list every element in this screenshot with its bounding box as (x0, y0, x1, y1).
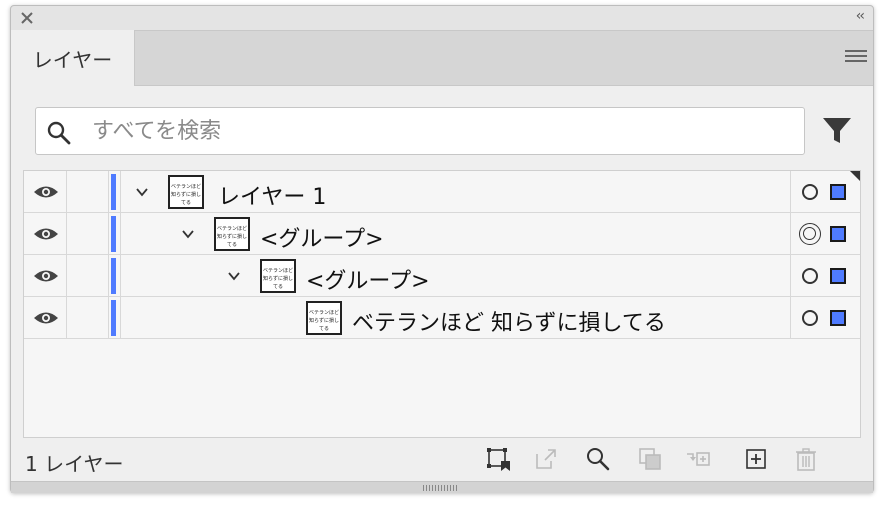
column-divider (66, 171, 67, 213)
layers-panel: ‹‹ レイヤー すべてを検索 ベテランほど知らずに損してる レイヤー 1 ベテラ… (10, 5, 874, 493)
clipping-mask-icon (639, 448, 661, 470)
column-divider (790, 297, 791, 339)
column-divider (790, 213, 791, 255)
layer-name[interactable]: ベテランほど 知らずに損してる (352, 305, 666, 337)
column-divider (120, 171, 121, 213)
column-divider (108, 297, 109, 339)
target-circle-icon[interactable] (802, 184, 818, 200)
search-box (35, 107, 805, 155)
collect-for-export-icon[interactable] (485, 446, 511, 472)
tab-bar: レイヤー (11, 30, 873, 87)
layer-row[interactable]: ベテランほど知らずに損してる <グループ> (24, 255, 860, 297)
panel-content: ベテランほど知らずに損してる レイヤー 1 (11, 86, 873, 481)
locate-object-icon[interactable] (585, 446, 611, 472)
resize-grip[interactable] (11, 481, 873, 493)
panel-titlebar: ‹‹ (11, 6, 873, 30)
filter-icon[interactable] (821, 116, 853, 146)
selection-square[interactable] (830, 268, 846, 284)
export-icon (536, 449, 556, 469)
column-divider (66, 297, 67, 339)
layer-list: ベテランほど知らずに損してる レイヤー 1 ベテランほど知らずに損してる <グル… (23, 170, 861, 438)
layer-thumbnail: ベテランほど知らずに損してる (306, 301, 342, 335)
panel-footer: 1 レイヤー (11, 438, 873, 482)
column-divider (108, 255, 109, 297)
target-circle-icon[interactable] (802, 310, 818, 326)
column-divider (790, 171, 791, 213)
layer-thumbnail: ベテランほど知らずに損してる (214, 217, 250, 251)
eye-icon[interactable] (32, 183, 60, 201)
selection-square[interactable] (830, 184, 846, 200)
tab-layers[interactable]: レイヤー (11, 30, 135, 87)
column-divider (108, 213, 109, 255)
close-icon[interactable] (19, 10, 35, 26)
selection-square[interactable] (830, 310, 846, 326)
collapse-panel-button[interactable]: ‹‹ (856, 8, 865, 24)
column-divider (108, 171, 109, 213)
layer-row[interactable]: ベテランほど知らずに損してる ベテランほど 知らずに損してる (24, 297, 860, 339)
layer-count: 1 レイヤー (25, 452, 124, 476)
layer-color-bar (111, 258, 116, 294)
current-layer-indicator (850, 171, 860, 181)
trash-icon (796, 448, 816, 471)
new-sublayer-icon (687, 452, 710, 466)
eye-icon[interactable] (32, 309, 60, 327)
selection-square[interactable] (830, 226, 846, 242)
column-divider (66, 255, 67, 297)
layer-thumbnail: ベテランほど知らずに損してる (168, 175, 204, 209)
search-icon (47, 121, 71, 145)
grip-lines (423, 485, 459, 491)
target-circle-icon[interactable] (802, 268, 818, 284)
chevron-down-icon[interactable] (134, 184, 150, 200)
column-divider (120, 297, 121, 339)
layer-name[interactable]: レイヤー 1 (218, 179, 326, 211)
layer-thumbnail: ベテランほど知らずに損してる (260, 259, 296, 293)
layer-name[interactable]: <グループ> (306, 263, 430, 295)
column-divider (120, 213, 121, 255)
search-input[interactable] (92, 112, 792, 150)
chevron-down-icon[interactable] (180, 226, 196, 242)
layer-row[interactable]: ベテランほど知らずに損してる レイヤー 1 (24, 171, 860, 213)
hamburger-menu-icon[interactable] (843, 47, 869, 69)
layer-name[interactable]: <グループ> (260, 221, 384, 253)
column-divider (66, 213, 67, 255)
layer-color-bar (111, 300, 116, 336)
layer-color-bar (111, 216, 116, 252)
layer-color-bar (111, 174, 116, 210)
new-layer-icon[interactable] (743, 446, 769, 472)
layer-row[interactable]: ベテランほど知らずに損してる <グループ> (24, 213, 860, 255)
eye-icon[interactable] (32, 225, 60, 243)
eye-icon[interactable] (32, 267, 60, 285)
target-double-circle-icon[interactable] (799, 223, 821, 245)
chevron-down-icon[interactable] (226, 268, 242, 284)
column-divider (120, 255, 121, 297)
column-divider (790, 255, 791, 297)
